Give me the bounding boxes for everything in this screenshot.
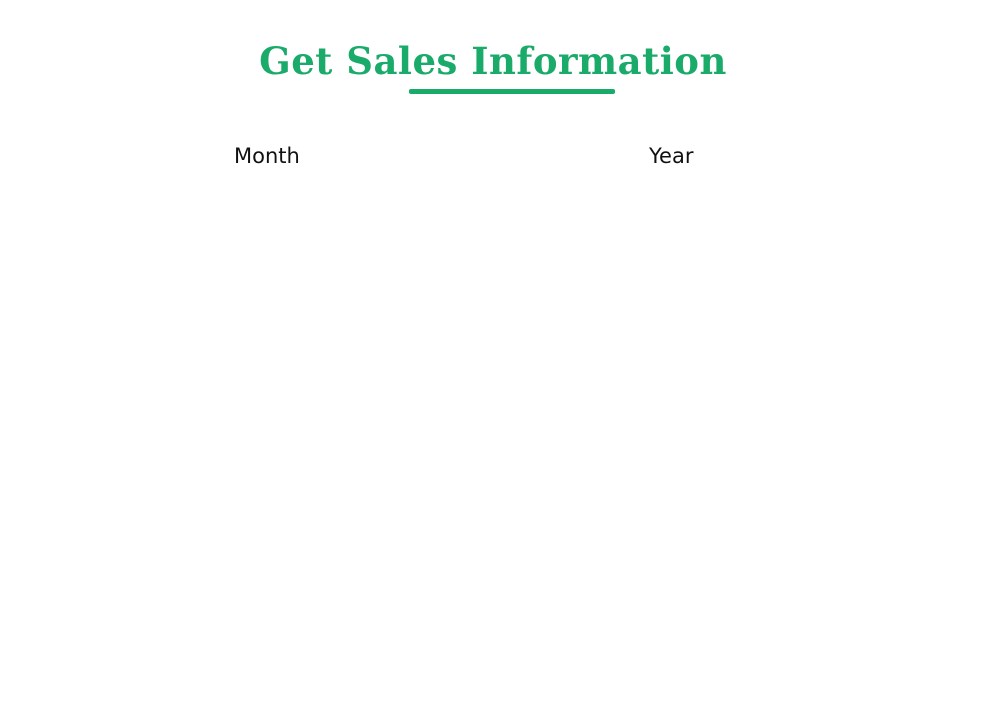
year-label: Year xyxy=(649,144,694,168)
month-label: Month xyxy=(234,144,300,168)
page-header: Get Sales Information xyxy=(0,39,986,94)
title-underline xyxy=(409,89,615,94)
page-title: Get Sales Information xyxy=(259,39,727,83)
